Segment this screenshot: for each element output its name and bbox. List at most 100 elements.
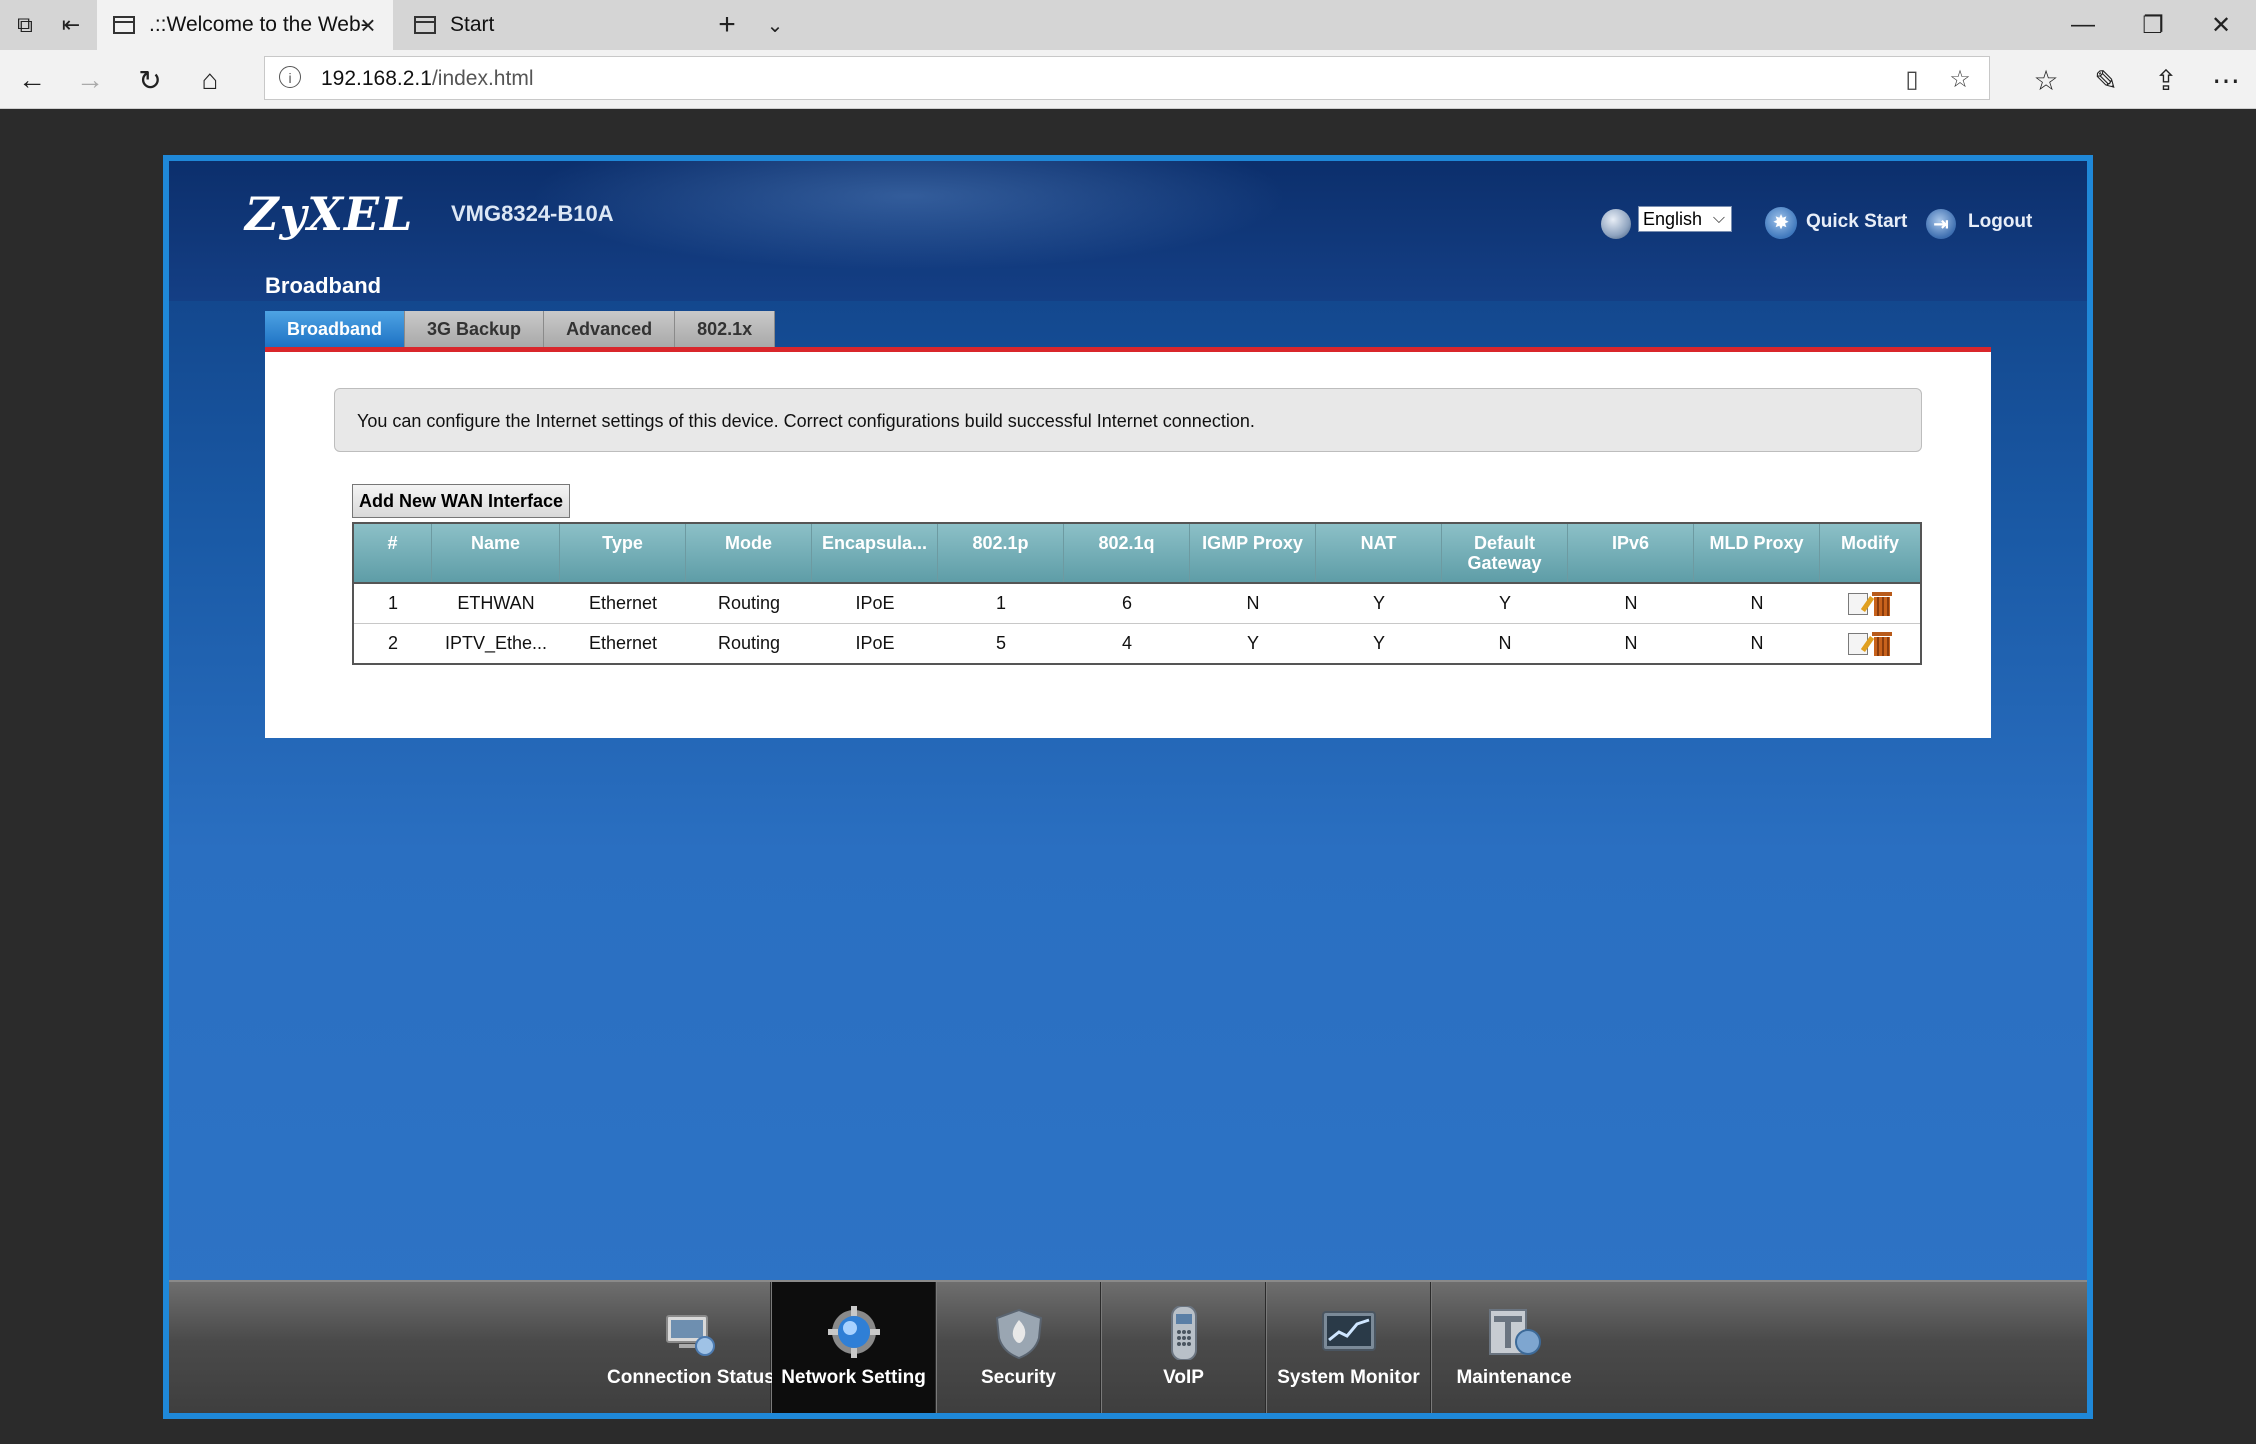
tab-list-chevron-icon[interactable]: ⌄: [758, 8, 792, 42]
cell-modify: [1820, 624, 1920, 663]
quick-start-link[interactable]: Quick Start: [1806, 211, 1907, 233]
tab-8021x[interactable]: 802.1x: [675, 311, 776, 347]
tab-broadband[interactable]: Broadband: [265, 311, 406, 347]
cell-mode: Routing: [717, 593, 781, 613]
nav-system-monitor[interactable]: System Monitor: [1267, 1282, 1431, 1413]
nav-network-setting[interactable]: Network Setting: [772, 1282, 936, 1413]
edit-icon[interactable]: [1848, 592, 1868, 615]
refresh-icon[interactable]: ↻: [130, 60, 170, 100]
column-header-encapsulation: Encapsula...: [812, 524, 938, 582]
minimize-icon[interactable]: —: [2048, 0, 2118, 50]
tab-title: Start: [450, 13, 495, 36]
cell-ipv6: N: [1624, 593, 1638, 613]
start-favicon-icon: [414, 16, 436, 34]
cell-encapsulation: IPoE: [855, 633, 895, 653]
cell-mld-proxy: N: [1750, 593, 1764, 613]
cell-igmp-proxy: Y: [1246, 633, 1259, 653]
edit-icon[interactable]: [1848, 632, 1868, 655]
close-window-icon[interactable]: ✕: [2186, 0, 2256, 50]
pen-notes-icon[interactable]: ✎: [2086, 60, 2126, 100]
logout-link[interactable]: Logout: [1968, 211, 2032, 233]
nav-maintenance[interactable]: Maintenance: [1432, 1282, 1596, 1413]
close-tab-icon[interactable]: ×: [353, 10, 383, 40]
browser-tab-active[interactable]: .::Welcome to the Web- ×: [97, 0, 393, 50]
info-box: You can configure the Internet settings …: [334, 388, 1922, 452]
delete-icon[interactable]: [1872, 631, 1892, 656]
cell-name: ETHWAN: [457, 593, 535, 613]
tab-advanced[interactable]: Advanced: [544, 311, 676, 347]
cell-ipv6: N: [1624, 633, 1638, 653]
browser-tab-start[interactable]: Start: [398, 0, 698, 50]
connection-status-icon: [665, 1315, 715, 1356]
column-header-modify: Modify: [1841, 533, 1899, 553]
column-header-name: Name: [432, 524, 560, 582]
language-globe-icon: [1601, 209, 1631, 239]
site-info-icon[interactable]: i: [279, 66, 301, 88]
address-bar: ← → ↻ ⌂ i 192.168.2.1/index.html ▯ ☆ ☆ ✎…: [0, 50, 2256, 109]
more-menu-icon[interactable]: ⋯: [2206, 60, 2246, 100]
set-aside-tabs-icon[interactable]: ⇤: [54, 8, 88, 42]
wan-interface-table: # Name Type Mode Encapsula... 802.1p 802…: [352, 522, 1922, 665]
table-header: # Name Type Mode Encapsula... 802.1p 802…: [354, 524, 1920, 584]
share-icon[interactable]: ⇪: [2146, 60, 2186, 100]
favorites-hub-icon[interactable]: ☆: [2026, 60, 2066, 100]
system-monitor-icon: [1321, 1311, 1376, 1351]
nav-security[interactable]: Security: [937, 1282, 1101, 1413]
page-favicon-icon: [113, 16, 135, 34]
home-icon[interactable]: ⌂: [190, 60, 230, 100]
info-text: You can configure the Internet settings …: [357, 411, 1255, 431]
reading-view-icon[interactable]: ▯: [1897, 65, 1927, 95]
page-viewport: ZyXEL VMG8324-B10A English ⌵ ✸ Quick Sta…: [0, 109, 2256, 1444]
bottom-navigation: Connection Status Network Setting Securi…: [169, 1280, 2087, 1413]
cell-default-gateway: N: [1498, 633, 1512, 653]
voip-icon: [1170, 1306, 1197, 1360]
favorite-star-icon[interactable]: ☆: [1945, 65, 1975, 95]
back-icon[interactable]: ←: [12, 60, 52, 100]
router-ui-frame: ZyXEL VMG8324-B10A English ⌵ ✸ Quick Sta…: [163, 155, 2093, 1419]
language-select[interactable]: English ⌵: [1638, 206, 1732, 232]
new-tab-icon[interactable]: +: [710, 8, 744, 42]
column-header-8021q: 802.1q: [1064, 524, 1190, 582]
column-header-type: Type: [560, 524, 686, 582]
nav-label: Security: [981, 1367, 1056, 1388]
cell-8021p: 1: [995, 593, 1006, 613]
maintenance-icon: [1489, 1309, 1541, 1355]
subtab-bar: Broadband 3G Backup Advanced 802.1x: [265, 311, 776, 347]
cell-8021q: 4: [1121, 633, 1132, 653]
model-name: VMG8324-B10A: [451, 201, 614, 226]
language-value: English: [1643, 209, 1703, 229]
column-header-8021p: 802.1p: [938, 524, 1064, 582]
tab-manager-icon[interactable]: ⧉: [8, 8, 42, 42]
cell-8021q: 6: [1121, 593, 1132, 613]
cell-igmp-proxy: N: [1246, 593, 1260, 613]
cell-default-gateway: Y: [1498, 593, 1511, 613]
url-field[interactable]: i 192.168.2.1/index.html ▯ ☆: [264, 56, 1990, 100]
add-wan-interface-button[interactable]: Add New WAN Interface: [352, 484, 571, 518]
zyxel-logo: ZyXEL: [245, 187, 414, 241]
url-host: 192.168.2.1: [321, 67, 432, 90]
cell-nat: Y: [1372, 593, 1385, 613]
quick-start-icon[interactable]: ✸: [1765, 207, 1797, 239]
network-setting-icon: [827, 1306, 880, 1358]
column-header-index: #: [354, 524, 432, 582]
nav-voip[interactable]: VoIP: [1102, 1282, 1266, 1413]
column-header-mode: Mode: [686, 524, 812, 582]
table-row: 2 IPTV_Ethe... Ethernet Routing IPoE 5 4…: [354, 624, 1920, 663]
restore-icon[interactable]: ❐: [2118, 0, 2188, 50]
tab-3g-backup[interactable]: 3G Backup: [405, 311, 545, 347]
cell-index: 1: [387, 593, 398, 613]
forward-icon[interactable]: →: [70, 60, 110, 100]
column-header-ipv6: IPv6: [1568, 524, 1694, 582]
cell-type: Ethernet: [588, 593, 658, 613]
nav-connection-status[interactable]: Connection Status: [607, 1282, 775, 1413]
cell-mld-proxy: N: [1750, 633, 1764, 653]
content-panel: You can configure the Internet settings …: [265, 352, 1991, 738]
cell-type: Ethernet: [588, 633, 658, 653]
browser-tab-bar: ⧉ ⇤ .::Welcome to the Web- × Start + ⌄ —…: [0, 0, 2256, 50]
cell-index: 2: [387, 633, 398, 653]
cell-modify: [1820, 584, 1920, 623]
nav-label: Connection Status: [607, 1367, 775, 1388]
delete-icon[interactable]: [1872, 591, 1892, 616]
logout-icon[interactable]: ⇥: [1926, 209, 1956, 239]
nav-label: Network Setting: [781, 1367, 926, 1388]
